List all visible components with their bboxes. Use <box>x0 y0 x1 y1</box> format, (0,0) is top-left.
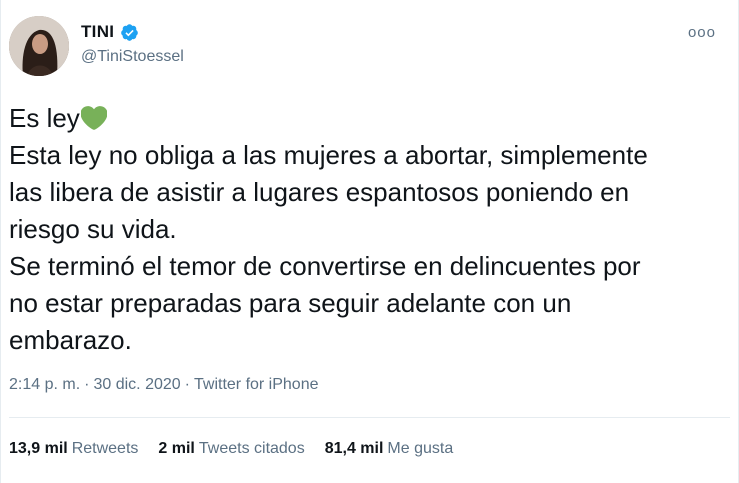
tweet-time[interactable]: 2:14 p. m. <box>9 376 80 393</box>
meta-separator: · <box>84 376 90 393</box>
likes-count: 81,4 mil <box>324 440 384 457</box>
tweet-line: no estar preparadas para seguir adelante… <box>9 288 572 318</box>
quote-tweets-count: 2 mil <box>158 440 195 457</box>
tweet-metadata: 2:14 p. m. · 30 dic. 2020 · Twitter for iPho… <box>9 376 319 394</box>
green-heart-icon <box>80 106 107 130</box>
divider <box>9 417 730 418</box>
retweets-count: 13,9 mil <box>9 440 68 457</box>
avatar[interactable] <box>9 16 69 76</box>
tweet-line: embarazo. <box>9 325 132 355</box>
retweets-stat[interactable]: 13,9 mil Retweets <box>9 440 138 458</box>
tweet-text: Es ley Esta ley no obliga a las mujeres … <box>9 100 729 359</box>
tweet-line: Es ley <box>9 100 729 137</box>
author-handle[interactable]: @TiniStoessel <box>81 48 184 66</box>
tweet-line: las libera de asistir a lugares espantos… <box>9 177 630 207</box>
engagement-stats: 13,9 mil Retweets 2 mil Tweets citados 81,… <box>9 440 453 458</box>
quote-tweets-label: Tweets citados <box>198 440 305 457</box>
meta-separator: · <box>184 376 190 393</box>
tweet-card: TINI @TiniStoessel ooo Es ley Esta ley n… <box>0 0 739 483</box>
retweets-label: Retweets <box>71 440 139 457</box>
tweet-source[interactable]: Twitter for iPhone <box>194 376 319 393</box>
profile-photo-icon <box>9 16 69 76</box>
tweet-line: Se terminó el temor de convertirse en de… <box>9 251 641 281</box>
tweet-line: Esta ley no obliga a las mujeres a abort… <box>9 140 648 170</box>
tweet-line: riesgo su vida. <box>9 214 177 244</box>
tweet-line-text: Es ley <box>9 103 80 133</box>
author-name[interactable]: TINI <box>81 22 114 42</box>
likes-label: Me gusta <box>387 440 454 457</box>
likes-stat[interactable]: 81,4 mil Me gusta <box>325 440 454 458</box>
tweet-date[interactable]: 30 dic. 2020 <box>93 376 180 393</box>
author-name-row: TINI <box>81 22 139 42</box>
quote-tweets-stat[interactable]: 2 mil Tweets citados <box>158 440 304 458</box>
more-options-icon[interactable]: ooo <box>688 24 716 41</box>
verified-badge-icon <box>121 23 139 41</box>
